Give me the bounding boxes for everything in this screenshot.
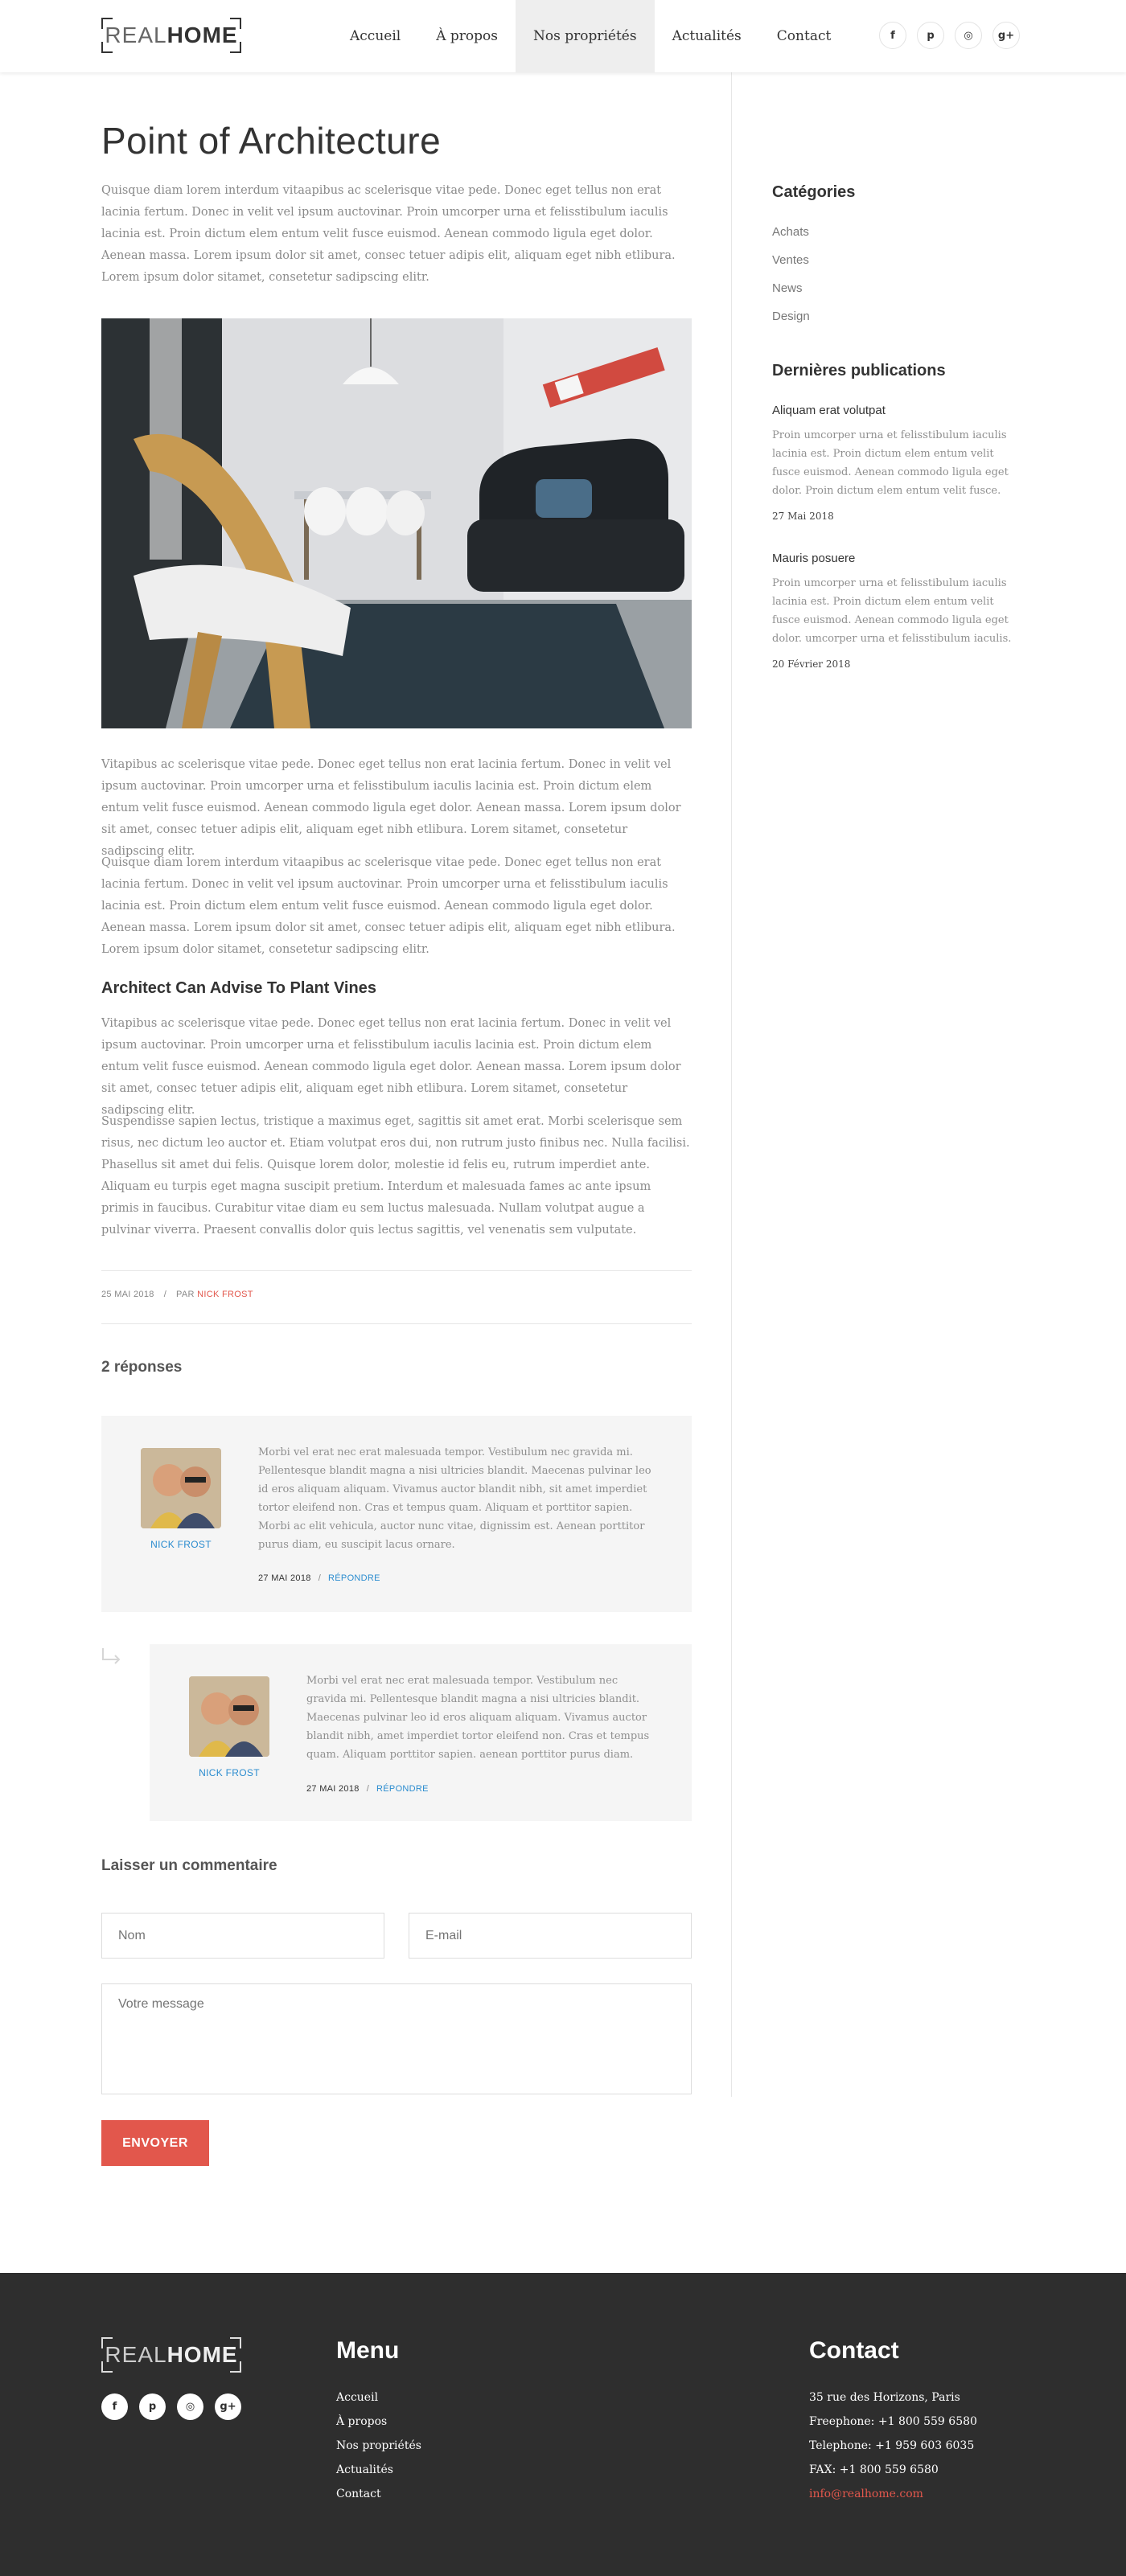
header-social-links: f p ◎ g+ bbox=[879, 22, 1020, 49]
site-logo[interactable]: REALHOME bbox=[101, 18, 241, 53]
footer-menu-item[interactable]: Nos propriétés bbox=[336, 2434, 421, 2458]
article-image bbox=[101, 318, 692, 728]
logo-text-light: REAL bbox=[105, 2342, 167, 2367]
contact-telephone: Telephone: +1 959 603 6035 bbox=[809, 2439, 975, 2452]
article-paragraph-2: Vitapibus ac scelerisque vitae pede. Don… bbox=[101, 758, 681, 858]
reply-link[interactable]: RÉPONDRE bbox=[328, 1573, 380, 1583]
comment: NICK FROST Morbi vel erat nec erat males… bbox=[101, 1416, 692, 1612]
google-plus-icon[interactable]: g+ bbox=[215, 2393, 241, 2420]
google-plus-icon[interactable]: g+ bbox=[992, 22, 1020, 49]
category-link[interactable]: Ventes bbox=[772, 253, 809, 267]
logo-text-light: REAL bbox=[105, 23, 167, 47]
comment-form-title: Laisser un commentaire bbox=[101, 1857, 277, 1874]
site-header: REALHOME Accueil À propos Nos propriétés… bbox=[0, 0, 1126, 72]
comment: NICK FROST Morbi vel erat nec erat males… bbox=[150, 1644, 692, 1821]
article-author-link[interactable]: NICK FROST bbox=[197, 1290, 253, 1299]
comments-count: 2 réponses bbox=[101, 1359, 183, 1376]
comment-meta: 27 MAI 2018/RÉPONDRE bbox=[258, 1573, 380, 1583]
footer-menu-item[interactable]: Accueil bbox=[336, 2385, 421, 2410]
contact-email-link[interactable]: info@realhome.com bbox=[809, 2482, 977, 2506]
category-link[interactable]: News bbox=[772, 281, 803, 295]
main-nav: Accueil À propos Nos propriétés Actualit… bbox=[332, 0, 849, 72]
comment-author[interactable]: NICK FROST bbox=[141, 1539, 221, 1550]
article-paragraph-4: Vitapibus ac scelerisque vitae pede. Don… bbox=[101, 1017, 681, 1117]
contact-freephone: Freephone: +1 800 559 6580 bbox=[809, 2415, 977, 2428]
message-textarea[interactable] bbox=[101, 1983, 692, 2094]
facebook-icon[interactable]: f bbox=[101, 2393, 128, 2420]
logo-text-bold: HOME bbox=[166, 23, 238, 47]
footer-menu-title: Menu bbox=[336, 2337, 400, 2364]
living-room-illustration bbox=[101, 318, 692, 728]
footer-contact: 35 rue des Horizons, Paris Freephone: +1… bbox=[809, 2385, 977, 2506]
article-paragraph-3: Quisque diam lorem interdum vitaapibus a… bbox=[101, 856, 676, 956]
contact-address: 35 rue des Horizons, Paris bbox=[809, 2391, 960, 2404]
reply-arrow-icon bbox=[102, 1648, 121, 1664]
meta-divider-bottom bbox=[101, 1323, 692, 1324]
instagram-icon[interactable]: ◎ bbox=[955, 22, 982, 49]
sidebar-divider bbox=[731, 72, 732, 2097]
contact-fax: FAX: +1 800 559 6580 bbox=[809, 2463, 939, 2476]
recent-post-title[interactable]: Aliquam erat volutpat bbox=[772, 404, 886, 417]
categories-title: Catégories bbox=[772, 183, 856, 201]
comment-date: 27 MAI 2018 bbox=[258, 1573, 311, 1583]
footer-menu: Accueil À propos Nos propriétés Actualit… bbox=[336, 2385, 421, 2506]
pinterest-icon[interactable]: p bbox=[917, 22, 944, 49]
recent-post-title[interactable]: Mauris posuere bbox=[772, 552, 855, 565]
footer-contact-title: Contact bbox=[809, 2337, 899, 2364]
footer-logo[interactable]: REALHOME bbox=[101, 2337, 241, 2373]
reply-link[interactable]: RÉPONDRE bbox=[376, 1784, 429, 1794]
comment-text: Morbi vel erat nec erat malesuada tempor… bbox=[258, 1446, 651, 1551]
category-link[interactable]: Achats bbox=[772, 225, 809, 239]
comment-meta: 27 MAI 2018/RÉPONDRE bbox=[306, 1784, 429, 1794]
logo-text-bold: HOME bbox=[166, 2342, 238, 2367]
email-input[interactable] bbox=[409, 1913, 692, 1959]
comment-author[interactable]: NICK FROST bbox=[189, 1767, 269, 1778]
category-link[interactable]: Design bbox=[772, 310, 810, 323]
name-input[interactable] bbox=[101, 1913, 384, 1959]
footer-social-links: f p ◎ g+ bbox=[101, 2393, 241, 2420]
article-paragraph-5: Suspendisse sapien lectus, tristique a m… bbox=[101, 1115, 690, 1237]
site-footer: REALHOME f p ◎ g+ Menu Accueil À propos … bbox=[0, 2273, 1126, 2576]
footer-menu-item[interactable]: Contact bbox=[336, 2482, 421, 2506]
nav-a-propos[interactable]: À propos bbox=[418, 0, 516, 72]
recent-post-excerpt: Proin umcorper urna et felisstibulum iac… bbox=[772, 429, 1009, 497]
footer-menu-item[interactable]: Actualités bbox=[336, 2458, 421, 2482]
nav-actualites[interactable]: Actualités bbox=[655, 0, 759, 72]
article-subtitle: Architect Can Advise To Plant Vines bbox=[101, 979, 376, 997]
pinterest-icon[interactable]: p bbox=[139, 2393, 166, 2420]
meta-divider-top bbox=[101, 1270, 692, 1271]
comment-text: Morbi vel erat nec erat malesuada tempor… bbox=[306, 1675, 650, 1761]
avatar bbox=[141, 1448, 221, 1528]
facebook-icon[interactable]: f bbox=[879, 22, 906, 49]
article-by: PAR bbox=[176, 1290, 195, 1299]
article-intro: Quisque diam lorem interdum vitaapibus a… bbox=[101, 184, 676, 284]
nav-accueil[interactable]: Accueil bbox=[332, 0, 418, 72]
article-title: Point of Architecture bbox=[101, 120, 442, 162]
comment-date: 27 MAI 2018 bbox=[306, 1784, 360, 1794]
instagram-icon[interactable]: ◎ bbox=[177, 2393, 203, 2420]
article-date: 25 MAI 2018 bbox=[101, 1290, 154, 1299]
nav-contact[interactable]: Contact bbox=[759, 0, 849, 72]
recent-post-excerpt: Proin umcorper urna et felisstibulum iac… bbox=[772, 577, 1012, 645]
nav-nos-proprietes[interactable]: Nos propriétés bbox=[515, 0, 655, 72]
article-meta: 25 MAI 2018/PAR NICK FROST bbox=[101, 1290, 253, 1299]
recent-post-date: 27 Mai 2018 bbox=[772, 511, 834, 522]
footer-menu-item[interactable]: À propos bbox=[336, 2410, 421, 2434]
submit-button[interactable]: ENVOYER bbox=[101, 2120, 209, 2166]
recent-posts-title: Dernières publications bbox=[772, 362, 946, 379]
avatar bbox=[189, 1676, 269, 1757]
recent-post-date: 20 Février 2018 bbox=[772, 658, 851, 670]
